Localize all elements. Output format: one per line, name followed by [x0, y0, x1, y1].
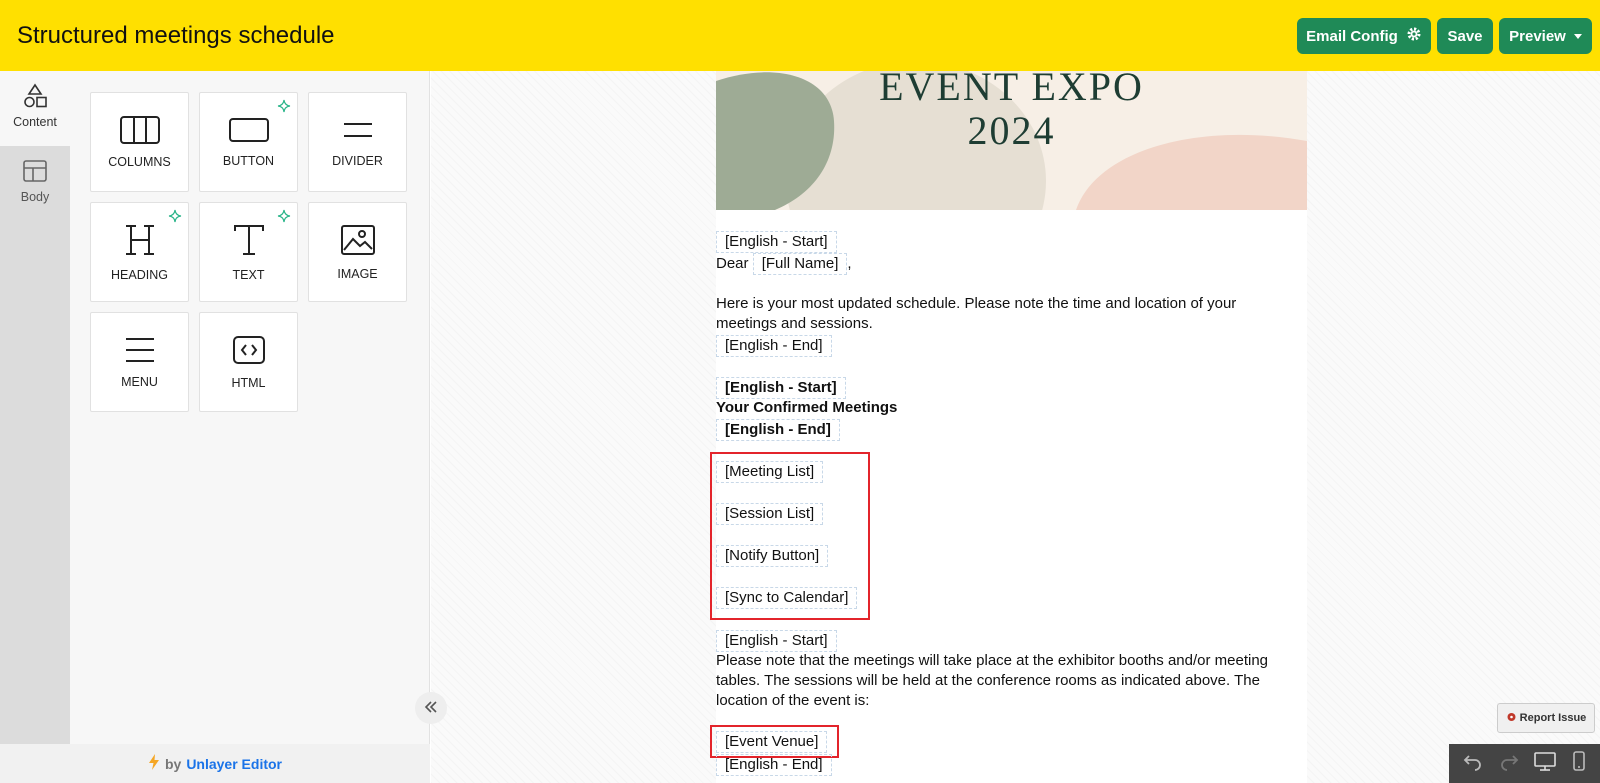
banner-line1: EVENT EXPO [879, 71, 1144, 109]
undo-icon[interactable] [1463, 751, 1483, 776]
comma-text: , [847, 255, 852, 272]
sparkle-icon [168, 209, 182, 226]
preview-button[interactable]: Preview [1499, 18, 1592, 54]
mobile-view-icon[interactable] [1572, 751, 1586, 776]
location-paragraph[interactable]: Please note that the meetings will take … [716, 651, 1286, 711]
save-button[interactable]: Save [1437, 18, 1493, 54]
bolt-icon [148, 754, 160, 773]
tool-button[interactable]: BUTTON [199, 92, 298, 192]
email-config-label: Email Config [1306, 27, 1398, 45]
top-bar: Structured meetings schedule Email Confi… [0, 0, 1600, 71]
report-issue-label: Report Issue [1519, 712, 1587, 724]
collapse-panel-button[interactable] [415, 692, 447, 724]
tool-label: HEADING [111, 267, 168, 282]
sparkle-icon [277, 209, 291, 226]
heading-icon [122, 223, 158, 260]
gear-icon [1406, 26, 1422, 46]
shapes-icon [22, 83, 48, 112]
tool-label: IMAGE [337, 266, 378, 281]
desktop-view-icon[interactable] [1534, 751, 1557, 776]
sparkle-icon [277, 99, 291, 116]
page-title: Structured meetings schedule [17, 22, 335, 49]
merge-tag[interactable]: [Session List] [716, 503, 824, 525]
greeting-line: Dear [Full Name], [716, 253, 852, 275]
tool-html[interactable]: HTML [199, 312, 298, 412]
tool-image[interactable]: IMAGE [308, 202, 407, 302]
columns-icon [119, 115, 160, 147]
merge-tag[interactable]: [Event Venue] [716, 731, 828, 753]
divider-icon [338, 117, 378, 146]
menu-icon [122, 336, 158, 367]
preview-label: Preview [1509, 27, 1566, 45]
chevron-down-icon [1573, 33, 1582, 39]
tool-label: BUTTON [222, 153, 275, 168]
merge-tag[interactable]: [English - Start] [716, 630, 837, 652]
unlayer-link[interactable]: Unlayer Editor [186, 756, 282, 772]
tool-divider[interactable]: DIVIDER [308, 92, 407, 192]
event-banner-image[interactable]: EVENT EXPO 2024 [716, 71, 1307, 210]
tool-label: COLUMNS [108, 154, 171, 169]
banner-line2: 2024 [967, 108, 1056, 153]
merge-tag[interactable]: [English - Start] [716, 377, 846, 399]
tab-body[interactable]: Body [0, 154, 70, 214]
merge-tag[interactable]: [English - Start] [716, 231, 837, 253]
layout-icon [22, 158, 48, 187]
editor-toolbar [1449, 744, 1600, 783]
tool-menu[interactable]: MENU [90, 312, 189, 412]
report-issue-button[interactable]: Report Issue [1497, 703, 1595, 733]
confirmed-heading[interactable]: Your Confirmed Meetings [716, 398, 897, 418]
redo-icon[interactable] [1499, 751, 1519, 776]
credit-by: by [164, 755, 182, 772]
text-icon [231, 223, 267, 260]
image-icon [340, 224, 376, 259]
tool-label: TEXT [232, 267, 265, 282]
tool-heading[interactable]: HEADING [90, 202, 189, 302]
tool-label: HTML [231, 375, 266, 390]
button-icon [228, 117, 269, 146]
tool-label: DIVIDER [332, 153, 383, 168]
side-tab-rail: Content Body [0, 71, 79, 744]
tools-panel: COLUMNS BUTTON DIVIDER HEADING TEXT IMAG… [70, 71, 430, 744]
merge-tag[interactable]: [English - End] [716, 419, 840, 441]
tab-body-label: Body [20, 190, 50, 204]
tab-content[interactable]: Content [0, 71, 70, 146]
tab-content-label: Content [13, 115, 57, 129]
merge-tag[interactable]: [Sync to Calendar] [716, 587, 858, 609]
merge-tag[interactable]: [English - End] [716, 335, 832, 357]
code-icon [232, 335, 266, 368]
merge-tag[interactable]: [Full Name] [752, 253, 848, 275]
intro-paragraph[interactable]: Here is your most updated schedule. Plea… [716, 294, 1286, 334]
credit-bar: by Unlayer Editor [0, 744, 430, 783]
dear-text: Dear [716, 255, 749, 272]
tool-label: MENU [121, 374, 158, 389]
merge-tag[interactable]: [English - End] [716, 754, 832, 776]
double-chevron-left-icon [424, 697, 438, 720]
bug-icon [1506, 711, 1517, 725]
merge-tag[interactable]: [Meeting List] [716, 461, 824, 483]
email-config-button[interactable]: Email Config [1297, 18, 1431, 54]
merge-tag[interactable]: [Notify Button] [716, 545, 829, 567]
tool-columns[interactable]: COLUMNS [90, 92, 189, 192]
tool-text[interactable]: TEXT [199, 202, 298, 302]
